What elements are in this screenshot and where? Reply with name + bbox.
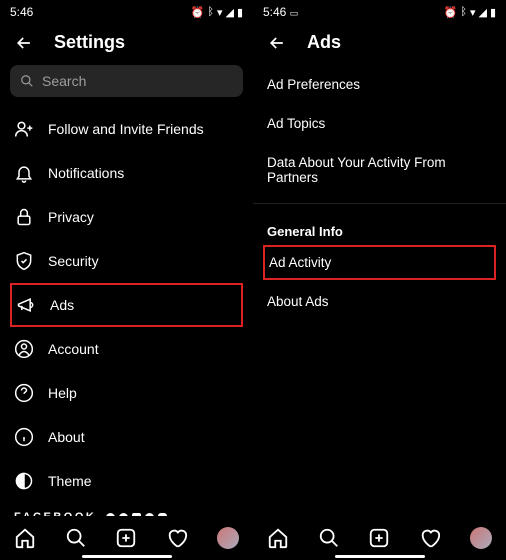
user-circle-icon (14, 339, 34, 359)
nav-indicator (82, 555, 172, 558)
highlight-ad-activity: Ad Activity (263, 245, 496, 280)
item-label: Account (48, 341, 99, 357)
page-title: Settings (54, 32, 125, 53)
status-time: 5:46 (10, 5, 33, 19)
bottom-nav (253, 516, 506, 560)
item-label: Security (48, 253, 99, 269)
activity-icon[interactable] (419, 527, 441, 549)
alarm-icon: ⏰ (191, 6, 205, 19)
settings-item-ads[interactable]: Ads (14, 285, 239, 325)
bluetooth-icon: ᛒ (460, 6, 467, 18)
alarm-icon: ⏰ (444, 6, 458, 19)
item-label: Follow and Invite Friends (48, 121, 204, 137)
status-icons: ⏰ ᛒ ▾ ◢ ▮ (444, 6, 496, 19)
general-info-label: General Info (253, 210, 506, 243)
ads-item-preferences[interactable]: Ad Preferences (253, 65, 506, 104)
ads-item-about-ads[interactable]: About Ads (253, 282, 506, 321)
new-post-icon[interactable] (368, 527, 390, 549)
settings-item-notifications[interactable]: Notifications (0, 151, 253, 195)
item-label: Notifications (48, 165, 124, 181)
search-input[interactable]: Search (10, 65, 243, 97)
new-post-icon[interactable] (115, 527, 137, 549)
search-placeholder: Search (42, 73, 86, 89)
home-icon[interactable] (14, 527, 36, 549)
status-time: 5:46 ▭ (263, 5, 298, 19)
signal-icon: ◢ (225, 6, 233, 19)
battery-icon: ▮ (490, 6, 496, 19)
shield-icon (14, 251, 34, 271)
status-bar: 5:46 ⏰ ᛒ ▾ ◢ ▮ (0, 0, 253, 24)
settings-item-security[interactable]: Security (0, 239, 253, 283)
settings-item-account[interactable]: Account (0, 327, 253, 371)
user-plus-icon (14, 119, 34, 139)
search-nav-icon[interactable] (318, 527, 340, 549)
ads-item-topics[interactable]: Ad Topics (253, 104, 506, 143)
settings-item-about[interactable]: About (0, 415, 253, 459)
battery-icon: ▮ (237, 6, 243, 19)
settings-header: Settings (0, 24, 253, 65)
settings-item-theme[interactable]: Theme (0, 459, 253, 503)
screenshot-icon: ▭ (290, 8, 299, 18)
ads-item-ad-activity[interactable]: Ad Activity (265, 247, 494, 278)
search-nav-icon[interactable] (65, 527, 87, 549)
divider (253, 203, 506, 204)
bell-icon (14, 163, 34, 183)
search-icon (20, 74, 34, 88)
item-label: Ads (50, 297, 74, 313)
megaphone-icon (16, 295, 36, 315)
theme-icon (14, 471, 34, 491)
status-icons: ⏰ ᛒ ▾ ◢ ▮ (191, 6, 243, 19)
item-label: About (48, 429, 85, 445)
bottom-nav (0, 516, 253, 560)
activity-icon[interactable] (166, 527, 188, 549)
item-label: Privacy (48, 209, 94, 225)
ads-header: Ads (253, 24, 506, 65)
wifi-icon: ▾ (217, 6, 223, 19)
page-title: Ads (307, 32, 341, 53)
nav-indicator (335, 555, 425, 558)
signal-icon: ◢ (478, 6, 486, 19)
settings-item-help[interactable]: Help (0, 371, 253, 415)
back-icon[interactable] (267, 33, 287, 53)
help-icon (14, 383, 34, 403)
info-icon (14, 427, 34, 447)
highlight-ads: Ads (10, 283, 243, 327)
item-label: Theme (48, 473, 92, 489)
ads-item-partner-data[interactable]: Data About Your Activity From Partners (253, 143, 506, 197)
home-icon[interactable] (267, 527, 289, 549)
item-label: Help (48, 385, 77, 401)
back-icon[interactable] (14, 33, 34, 53)
status-bar: 5:46 ▭ ⏰ ᛒ ▾ ◢ ▮ (253, 0, 506, 24)
profile-avatar[interactable] (217, 527, 239, 549)
settings-item-privacy[interactable]: Privacy (0, 195, 253, 239)
bluetooth-icon: ᛒ (207, 6, 214, 18)
lock-icon (14, 207, 34, 227)
settings-item-follow-invite[interactable]: Follow and Invite Friends (0, 107, 253, 151)
profile-avatar[interactable] (470, 527, 492, 549)
wifi-icon: ▾ (470, 6, 476, 19)
